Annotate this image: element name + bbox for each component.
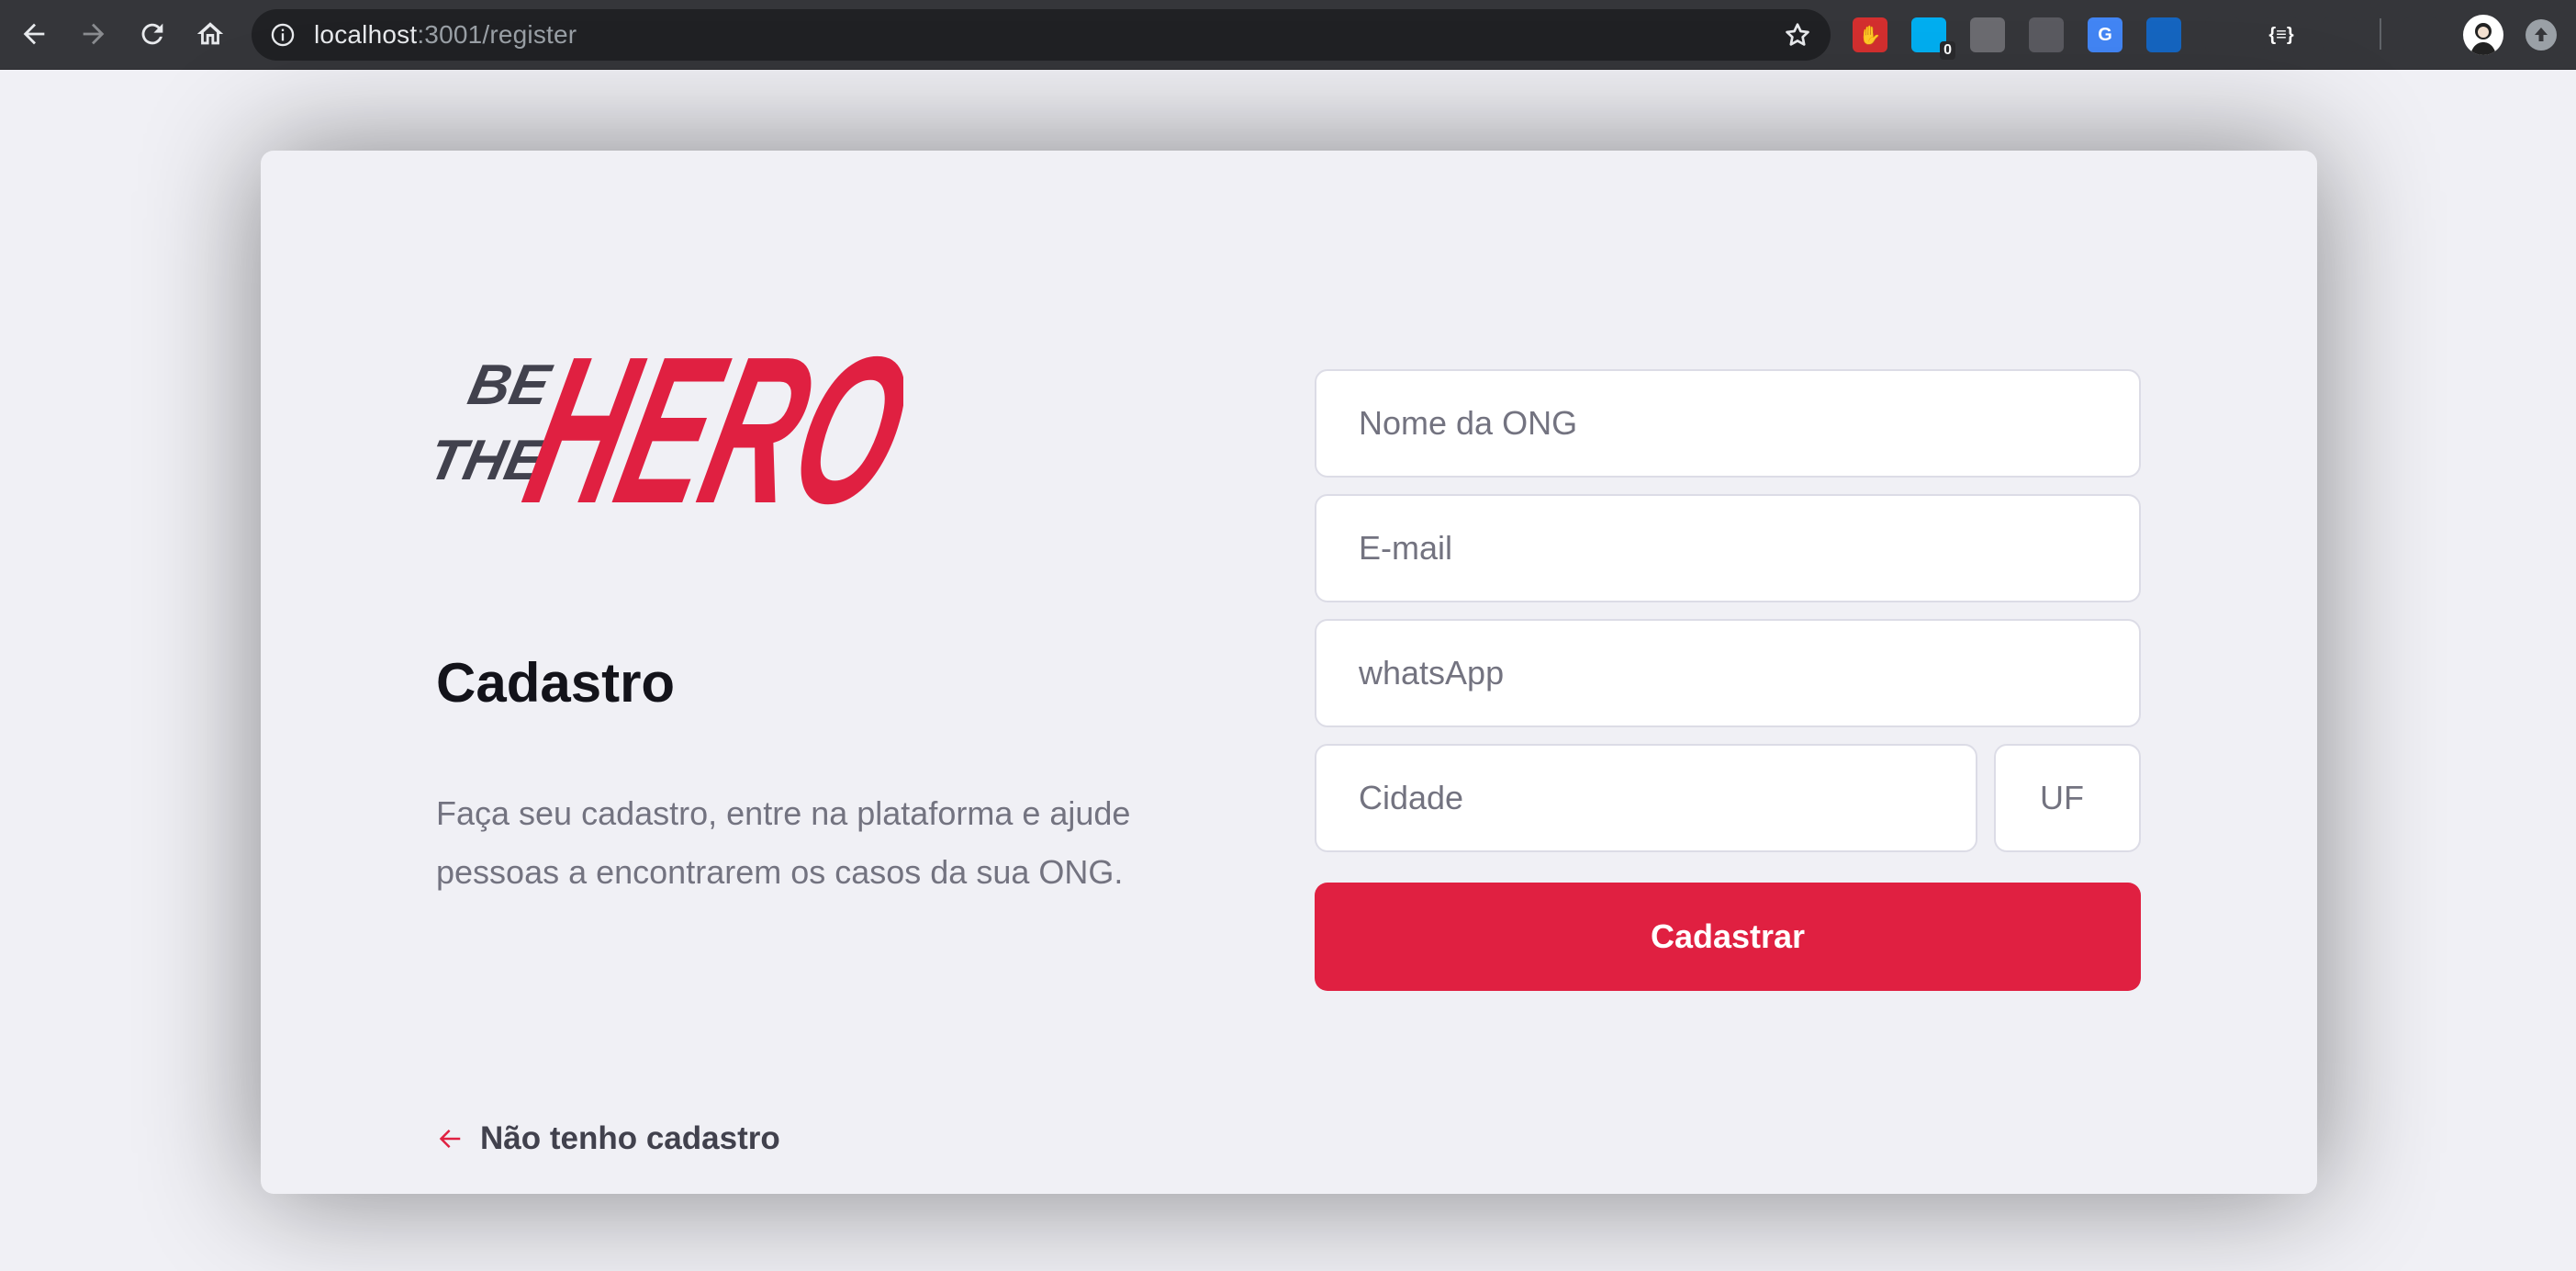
register-card: BE THE HERO Cadastro Faça seu cadastro, …: [261, 151, 2317, 1194]
page-description: Faça seu cadastro, entre na plataforma e…: [436, 794, 1131, 891]
update-button[interactable]: [2526, 19, 2557, 51]
reload-button[interactable]: [134, 16, 171, 52]
bookmark-star-icon[interactable]: [1783, 20, 1812, 50]
arrow-left-icon: [23, 23, 45, 45]
forward-button[interactable]: [75, 16, 112, 52]
be-the-hero-logo: BE THE HERO: [435, 323, 903, 531]
media-queue-icon[interactable]: [2403, 17, 2438, 52]
back-button[interactable]: [16, 16, 52, 52]
arrow-left-icon: [439, 1130, 461, 1148]
ghostery-icon[interactable]: 0: [1911, 17, 1955, 60]
reload-icon: [141, 23, 163, 45]
home-button[interactable]: [192, 16, 229, 52]
url-host: localhost: [314, 20, 418, 49]
page-title: Cadastro: [436, 652, 676, 714]
ublock-icon[interactable]: ✋: [1853, 17, 1887, 52]
extension-badge: 0: [1940, 41, 1955, 60]
back-link-label: Não tenho cadastro: [480, 1120, 780, 1156]
apps-grid-icon[interactable]: [2146, 17, 2181, 52]
whatsapp-input[interactable]: [1315, 619, 2141, 727]
json-icon[interactable]: {≡}: [2264, 17, 2299, 52]
url-text: localhost:3001/register: [314, 9, 577, 61]
arrow-up-icon: [2535, 28, 2548, 41]
avatar-icon: [2470, 23, 2496, 55]
triangle-icon[interactable]: [2323, 17, 2358, 52]
url-path: :3001/register: [417, 20, 577, 49]
uf-input[interactable]: [1994, 744, 2141, 852]
arrow-right-icon: [83, 23, 105, 45]
fox-icon[interactable]: [2205, 17, 2240, 52]
city-input[interactable]: [1315, 744, 1977, 852]
register-submit-button[interactable]: Cadastrar: [1315, 883, 2141, 991]
toolbar-divider: [2380, 18, 2381, 50]
logo-text-hero: HERO: [508, 323, 903, 531]
browser-toolbar: localhost:3001/register ✋ 0 G {≡}: [0, 0, 2576, 70]
back-link[interactable]: Não tenho cadastro: [436, 1120, 780, 1157]
mailbox-icon[interactable]: [2029, 17, 2064, 52]
profile-avatar[interactable]: [2463, 15, 2503, 55]
info-icon[interactable]: [270, 22, 296, 48]
lightbulb-icon[interactable]: [1970, 17, 2005, 52]
google-translate-icon[interactable]: G: [2088, 17, 2122, 52]
home-icon: [196, 22, 224, 45]
email-input[interactable]: [1315, 494, 2141, 602]
address-bar[interactable]: localhost:3001/register: [252, 9, 1831, 61]
ong-name-input[interactable]: [1315, 369, 2141, 478]
